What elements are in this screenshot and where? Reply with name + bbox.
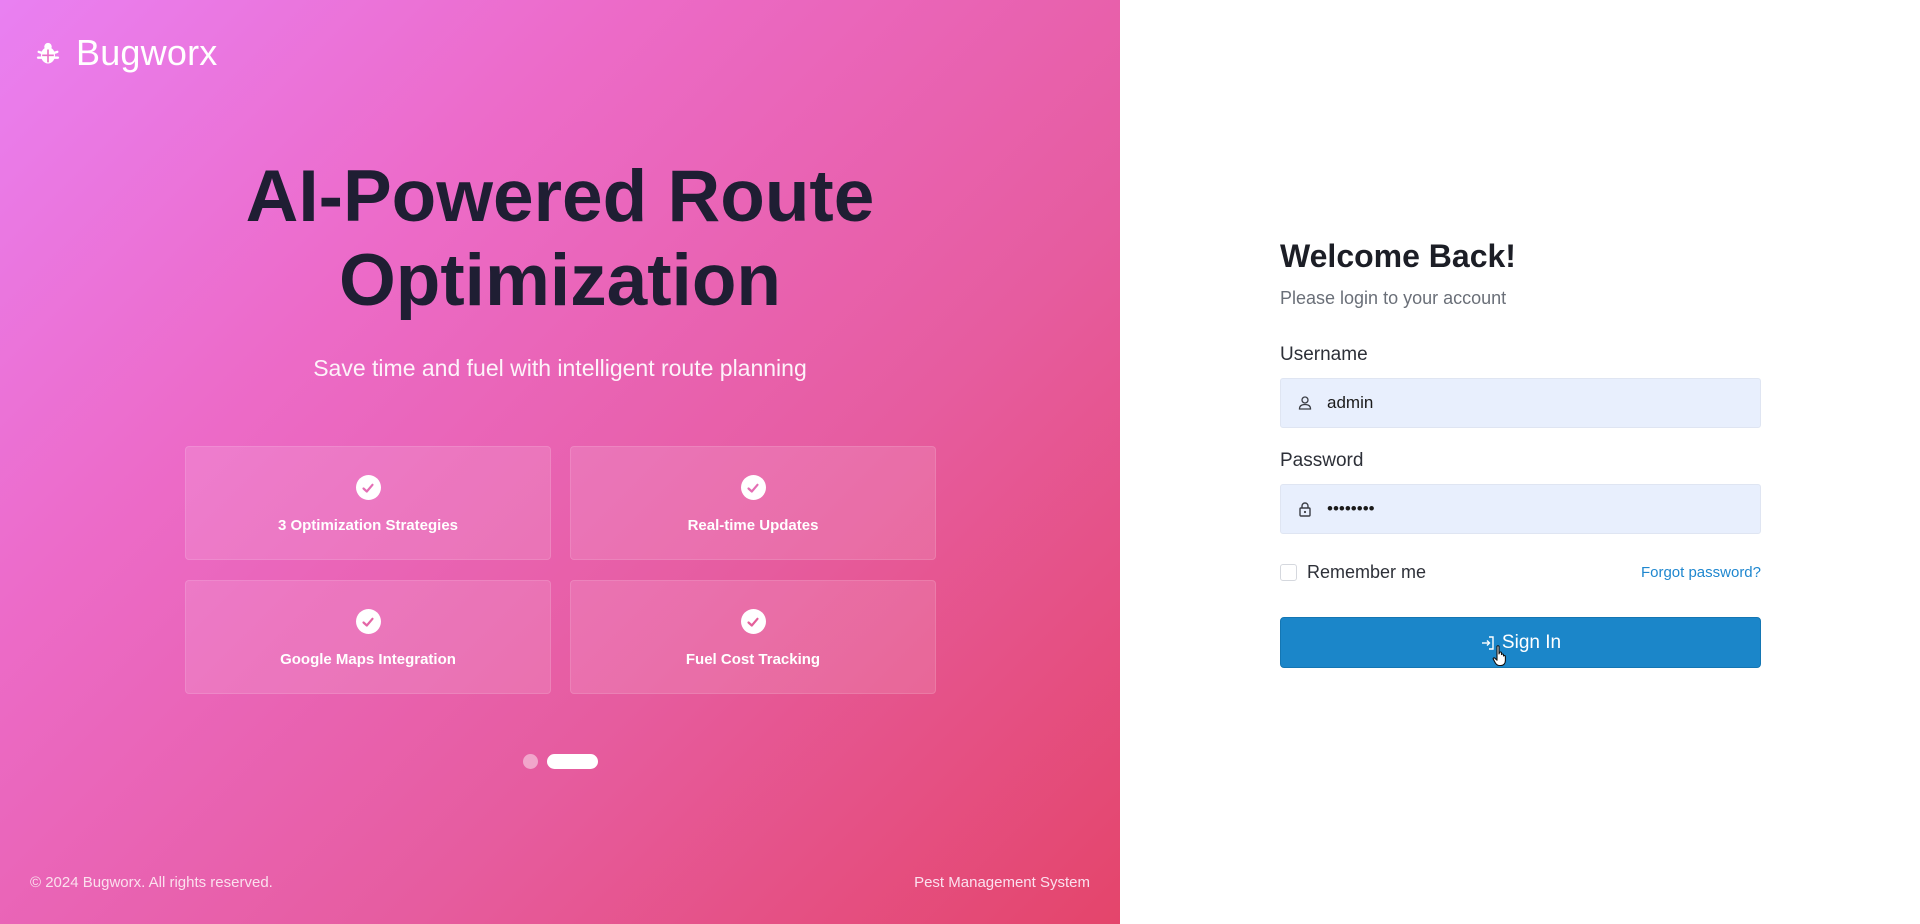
carousel-indicators bbox=[523, 754, 598, 769]
hero-subtitle: Save time and fuel with intelligent rout… bbox=[313, 355, 807, 381]
remember-checkbox[interactable] bbox=[1280, 564, 1297, 581]
check-circle-icon bbox=[355, 609, 381, 634]
hero-title-line-2: Optimization bbox=[338, 240, 782, 321]
check-circle-icon bbox=[740, 475, 766, 500]
username-input[interactable] bbox=[1327, 393, 1727, 413]
login-title: Welcome Back! bbox=[1280, 238, 1516, 274]
username-field bbox=[1280, 378, 1761, 428]
lock-icon bbox=[1299, 502, 1311, 517]
bug-icon bbox=[36, 42, 60, 64]
remember-me[interactable]: Remember me bbox=[1280, 562, 1426, 583]
feature-card: Google Maps Integration bbox=[185, 580, 551, 694]
user-icon bbox=[1298, 396, 1312, 410]
check-circle-icon bbox=[355, 475, 381, 500]
login-form: Welcome Back! Please login to your accou… bbox=[1280, 238, 1761, 668]
sign-in-button[interactable]: Sign In bbox=[1280, 617, 1761, 668]
hero-title-line-1: AI-Powered Route bbox=[245, 156, 875, 237]
carousel-dot-active[interactable] bbox=[547, 754, 598, 769]
feature-label: 3 Optimization Strategies bbox=[277, 517, 459, 534]
feature-label: Fuel Cost Tracking bbox=[685, 651, 821, 668]
feature-label: Google Maps Integration bbox=[280, 651, 456, 668]
footer-tagline: Pest Management System bbox=[914, 874, 1090, 891]
brand-name: Bugworx bbox=[76, 32, 218, 73]
carousel-dot[interactable] bbox=[523, 754, 538, 769]
password-field bbox=[1280, 484, 1761, 534]
forgot-password-link[interactable]: Forgot password? bbox=[1641, 564, 1761, 581]
password-input[interactable] bbox=[1327, 499, 1727, 519]
remember-row: Remember me Forgot password? bbox=[1280, 562, 1761, 583]
feature-card: 3 Optimization Strategies bbox=[185, 446, 551, 560]
feature-label: Real-time Updates bbox=[687, 517, 819, 534]
copyright-text: © 2024 Bugworx. All rights reserved. bbox=[30, 874, 273, 891]
password-label: Password bbox=[1280, 450, 1364, 471]
hero-title: AI-Powered Route Optimization bbox=[0, 155, 1120, 323]
sign-in-label: Sign In bbox=[1501, 631, 1562, 653]
feature-card: Fuel Cost Tracking bbox=[570, 580, 936, 694]
login-subtitle: Please login to your account bbox=[1280, 288, 1507, 308]
check-circle-icon bbox=[740, 609, 766, 634]
username-label: Username bbox=[1280, 344, 1368, 365]
hero-panel: Bugworx AI-Powered Route Optimization Sa… bbox=[0, 0, 1120, 924]
feature-card: Real-time Updates bbox=[570, 446, 936, 560]
hand-cursor-icon bbox=[1492, 645, 1506, 667]
remember-label: Remember me bbox=[1307, 562, 1427, 582]
brand: Bugworx bbox=[34, 32, 217, 74]
